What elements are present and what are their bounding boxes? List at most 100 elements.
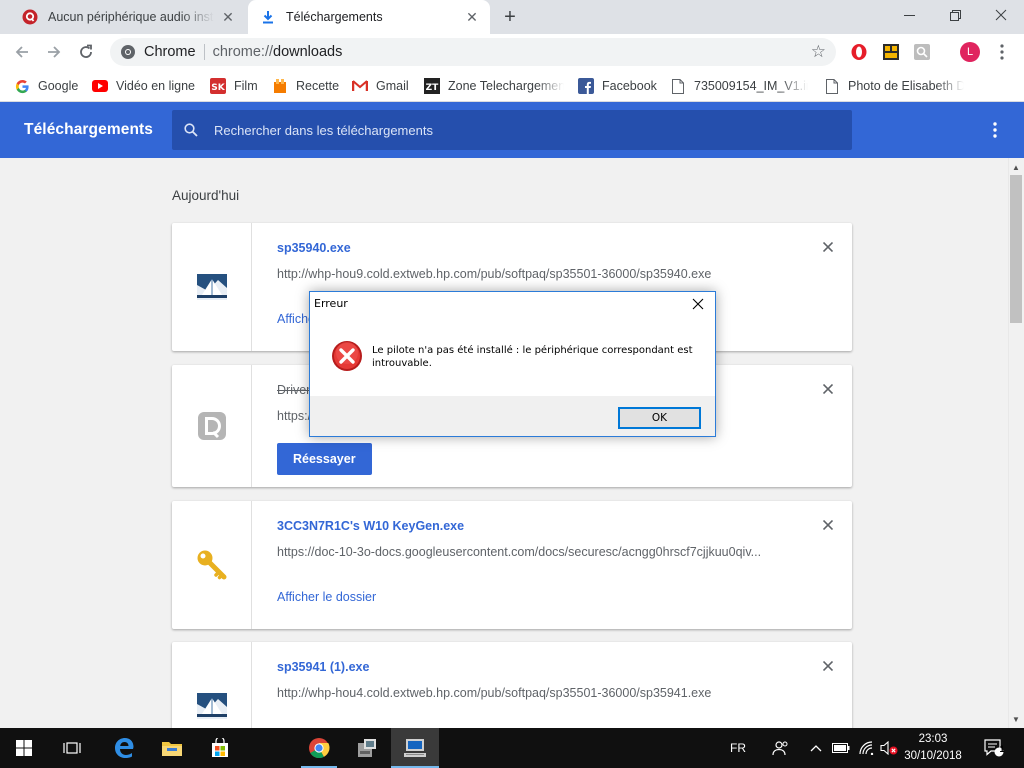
- bookmark-gmail[interactable]: Gmail: [352, 76, 409, 96]
- bookmark-google[interactable]: Google: [14, 76, 78, 96]
- download-filename-link[interactable]: Driver: [277, 383, 310, 397]
- close-window-button[interactable]: [978, 0, 1024, 30]
- download-url[interactable]: https://doc-10-3o-docs.googleusercontent…: [277, 545, 797, 559]
- facebook-icon: [578, 78, 594, 94]
- url-text[interactable]: chrome://downloads: [213, 44, 343, 60]
- bookmark-video[interactable]: Vidéo en ligne: [92, 76, 195, 96]
- remove-download-button[interactable]: [820, 239, 836, 255]
- error-icon: [332, 341, 362, 371]
- ok-button[interactable]: OK: [618, 407, 701, 429]
- tab-downloads[interactable]: Téléchargements ✕: [248, 0, 490, 34]
- close-icon: [823, 661, 833, 671]
- close-tab-icon[interactable]: ✕: [464, 9, 480, 25]
- folder-icon: [162, 742, 182, 756]
- page-icon: [824, 78, 840, 94]
- restore-button[interactable]: [932, 0, 978, 30]
- file-icon-column: [172, 501, 252, 629]
- downloads-search-box[interactable]: [172, 110, 852, 150]
- file-icon-column: [172, 365, 252, 487]
- show-in-folder-link[interactable]: Afficher le dossier: [277, 590, 376, 604]
- bookmark-star-icon[interactable]: ☆: [811, 42, 826, 62]
- dialog-footer: OK: [310, 396, 715, 436]
- bookmarks-bar: Google Vidéo en ligne SK Film Recette Gm…: [0, 70, 1024, 102]
- close-icon: [823, 242, 833, 252]
- page-icon: [670, 78, 686, 94]
- remove-download-button[interactable]: [820, 658, 836, 674]
- search-input[interactable]: [214, 122, 814, 138]
- dialog-title: Erreur: [314, 297, 348, 310]
- installer-icon: [358, 739, 376, 757]
- speaker-muted-icon: [880, 741, 898, 755]
- chrome-menu-button[interactable]: [991, 41, 1013, 63]
- bookmark-recette[interactable]: Recette: [272, 76, 339, 96]
- bookmark-label: Photo de Elisabeth D: [848, 79, 964, 93]
- people-icon: [772, 741, 788, 756]
- bookmark-photo-elisabeth[interactable]: Photo de Elisabeth D: [824, 76, 964, 96]
- download-url[interactable]: http://whp-hou9.cold.extweb.hp.com/pub/s…: [277, 267, 797, 281]
- download-icon: [260, 9, 276, 25]
- scrollbar-thumb[interactable]: [1010, 175, 1022, 323]
- download-filename-link[interactable]: 3CC3N7R1C's W10 KeyGen.exe: [277, 519, 464, 533]
- close-tab-icon[interactable]: ✕: [220, 9, 236, 25]
- error-dialog: Erreur Le pilote n'a pas été installé : …: [309, 291, 716, 437]
- retry-button[interactable]: Réessayer: [277, 443, 372, 475]
- close-icon: [692, 298, 704, 310]
- taskbar-file-explorer[interactable]: [148, 728, 196, 768]
- reload-icon: [80, 44, 92, 58]
- new-tab-button[interactable]: +: [498, 5, 522, 29]
- wifi-icon: [859, 741, 874, 755]
- people-button[interactable]: [768, 728, 794, 768]
- task-view-icon: [63, 742, 81, 754]
- dialog-close-button[interactable]: [687, 294, 709, 314]
- download-item: 3CC3N7R1C's W10 KeyGen.exe https://doc-1…: [172, 501, 852, 629]
- system-clock[interactable]: 23:03 30/10/2018: [897, 731, 969, 765]
- kebab-menu-icon: [1000, 44, 1004, 60]
- scroll-down-arrow-icon[interactable]: ▼: [1008, 711, 1024, 727]
- download-filename-link[interactable]: sp35940.exe: [277, 241, 351, 255]
- start-button[interactable]: [0, 728, 48, 768]
- forward-button[interactable]: [40, 38, 68, 66]
- download-url[interactable]: http://whp-hou4.cold.extweb.hp.com/pub/s…: [277, 686, 797, 700]
- bookmark-indd-file[interactable]: 735009154_IM_V1.indd: [670, 76, 808, 96]
- taskbar-edge[interactable]: [100, 728, 148, 768]
- tab-audio-device[interactable]: Aucun périphérique audio installé ✕: [10, 0, 246, 34]
- action-center-button[interactable]: 1: [976, 728, 1012, 768]
- address-bar[interactable]: Chrome chrome://downloads ☆: [110, 38, 836, 66]
- computer-icon: [404, 739, 426, 757]
- remove-download-button[interactable]: [820, 517, 836, 533]
- edge-icon: [115, 738, 134, 758]
- close-icon: [823, 520, 833, 530]
- bookmark-zone-telechargement[interactable]: ZT Zone Telechargement: [424, 76, 564, 96]
- profile-avatar[interactable]: L: [959, 41, 981, 63]
- browser-toolbar: Chrome chrome://downloads ☆ L: [0, 34, 1024, 70]
- language-indicator[interactable]: FR: [724, 728, 752, 768]
- search-extension-icon[interactable]: [911, 41, 933, 63]
- battery-indicator[interactable]: [830, 728, 852, 768]
- windows-taskbar: FR 23:03 30/10/2018 1: [0, 728, 1024, 768]
- taskbar-chrome[interactable]: [295, 728, 343, 768]
- search-icon: [184, 123, 198, 137]
- film-extension-icon[interactable]: [880, 41, 902, 63]
- show-hidden-icons-button[interactable]: [806, 728, 826, 768]
- key-icon: [197, 550, 226, 580]
- taskbar-installer[interactable]: [343, 728, 391, 768]
- minimize-button[interactable]: [886, 0, 932, 30]
- bookmark-label: Film: [234, 79, 258, 93]
- opera-extension-icon[interactable]: [848, 41, 870, 63]
- back-button[interactable]: [8, 38, 36, 66]
- wifi-indicator[interactable]: [855, 728, 877, 768]
- taskbar-device-setup[interactable]: [391, 728, 439, 768]
- remove-download-button[interactable]: [820, 381, 836, 397]
- download-filename-link[interactable]: sp35941 (1).exe: [277, 660, 369, 674]
- bookmark-facebook[interactable]: Facebook: [578, 76, 657, 96]
- downloads-header: Téléchargements: [0, 102, 1024, 158]
- downloads-more-menu-button[interactable]: [986, 120, 1004, 140]
- omnibox-separator: [203, 44, 205, 60]
- gmail-icon: [352, 78, 368, 94]
- reload-button[interactable]: [72, 38, 100, 66]
- scroll-up-arrow-icon[interactable]: ▲: [1008, 159, 1024, 175]
- taskbar-store[interactable]: [196, 728, 244, 768]
- bookmark-label: Recette: [296, 79, 340, 93]
- bookmark-film[interactable]: SK Film: [210, 76, 258, 96]
- task-view-button[interactable]: [48, 728, 96, 768]
